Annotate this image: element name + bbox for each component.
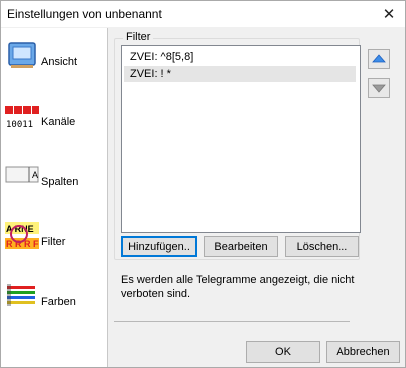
close-icon: ✕ bbox=[382, 6, 396, 23]
colors-icon bbox=[7, 284, 35, 306]
edit-filter-button[interactable]: Bearbeiten bbox=[204, 236, 278, 257]
cancel-button[interactable]: Abbrechen bbox=[326, 341, 400, 363]
add-filter-button[interactable]: Hinzufügen.. bbox=[121, 236, 197, 257]
arrow-down-icon bbox=[372, 84, 386, 93]
filter-info-text: Es werden alle Telegramme angezeigt, die… bbox=[121, 274, 355, 300]
move-up-button[interactable] bbox=[368, 49, 390, 69]
nav-item-filter[interactable]: A RNE R R R F Filter bbox=[1, 214, 107, 270]
view-icon bbox=[8, 42, 36, 68]
nav-item-kanaele[interactable]: 10011 Kanäle bbox=[1, 94, 107, 150]
nav-item-label: Ansicht bbox=[41, 56, 78, 68]
nav-item-label: Spalten bbox=[41, 176, 79, 188]
nav-item-farben[interactable]: Farben bbox=[1, 274, 107, 330]
separator bbox=[114, 321, 350, 322]
nav-item-label: Kanäle bbox=[41, 116, 76, 128]
window-title: Einstellungen von unbenannt bbox=[7, 7, 162, 21]
settings-dialog: Einstellungen von unbenannt ✕ Ansicht 10… bbox=[0, 0, 406, 368]
list-item[interactable]: ZVEI: ^8[5,8] bbox=[124, 49, 356, 65]
filter-list[interactable]: ZVEI: ^8[5,8] ZVEI: ! * bbox=[121, 45, 361, 233]
channels-icon: 10011 bbox=[5, 106, 39, 130]
filter-group-legend: Filter bbox=[123, 31, 154, 43]
arrow-up-icon bbox=[372, 54, 386, 63]
nav-item-label: Filter bbox=[41, 236, 66, 248]
delete-filter-button[interactable]: Löschen... bbox=[285, 236, 359, 257]
list-item[interactable]: ZVEI: ! * bbox=[124, 66, 356, 82]
nav-item-label: Farben bbox=[41, 296, 76, 308]
nav-item-spalten[interactable]: A Spalten bbox=[1, 154, 107, 210]
ok-button[interactable]: OK bbox=[246, 341, 320, 363]
settings-nav: Ansicht 10011 Kanäle A Spalten A RNE R R… bbox=[1, 28, 108, 367]
move-down-button[interactable] bbox=[368, 78, 390, 98]
filter-icon: A RNE R R R F bbox=[5, 222, 39, 249]
channels-icon-text: 10011 bbox=[6, 120, 33, 130]
nav-item-ansicht[interactable]: Ansicht bbox=[1, 34, 107, 90]
columns-icon-text: A bbox=[32, 170, 38, 180]
columns-icon: A bbox=[5, 166, 39, 183]
title-bar: Einstellungen von unbenannt ✕ bbox=[1, 1, 405, 27]
close-button[interactable]: ✕ bbox=[379, 4, 399, 24]
